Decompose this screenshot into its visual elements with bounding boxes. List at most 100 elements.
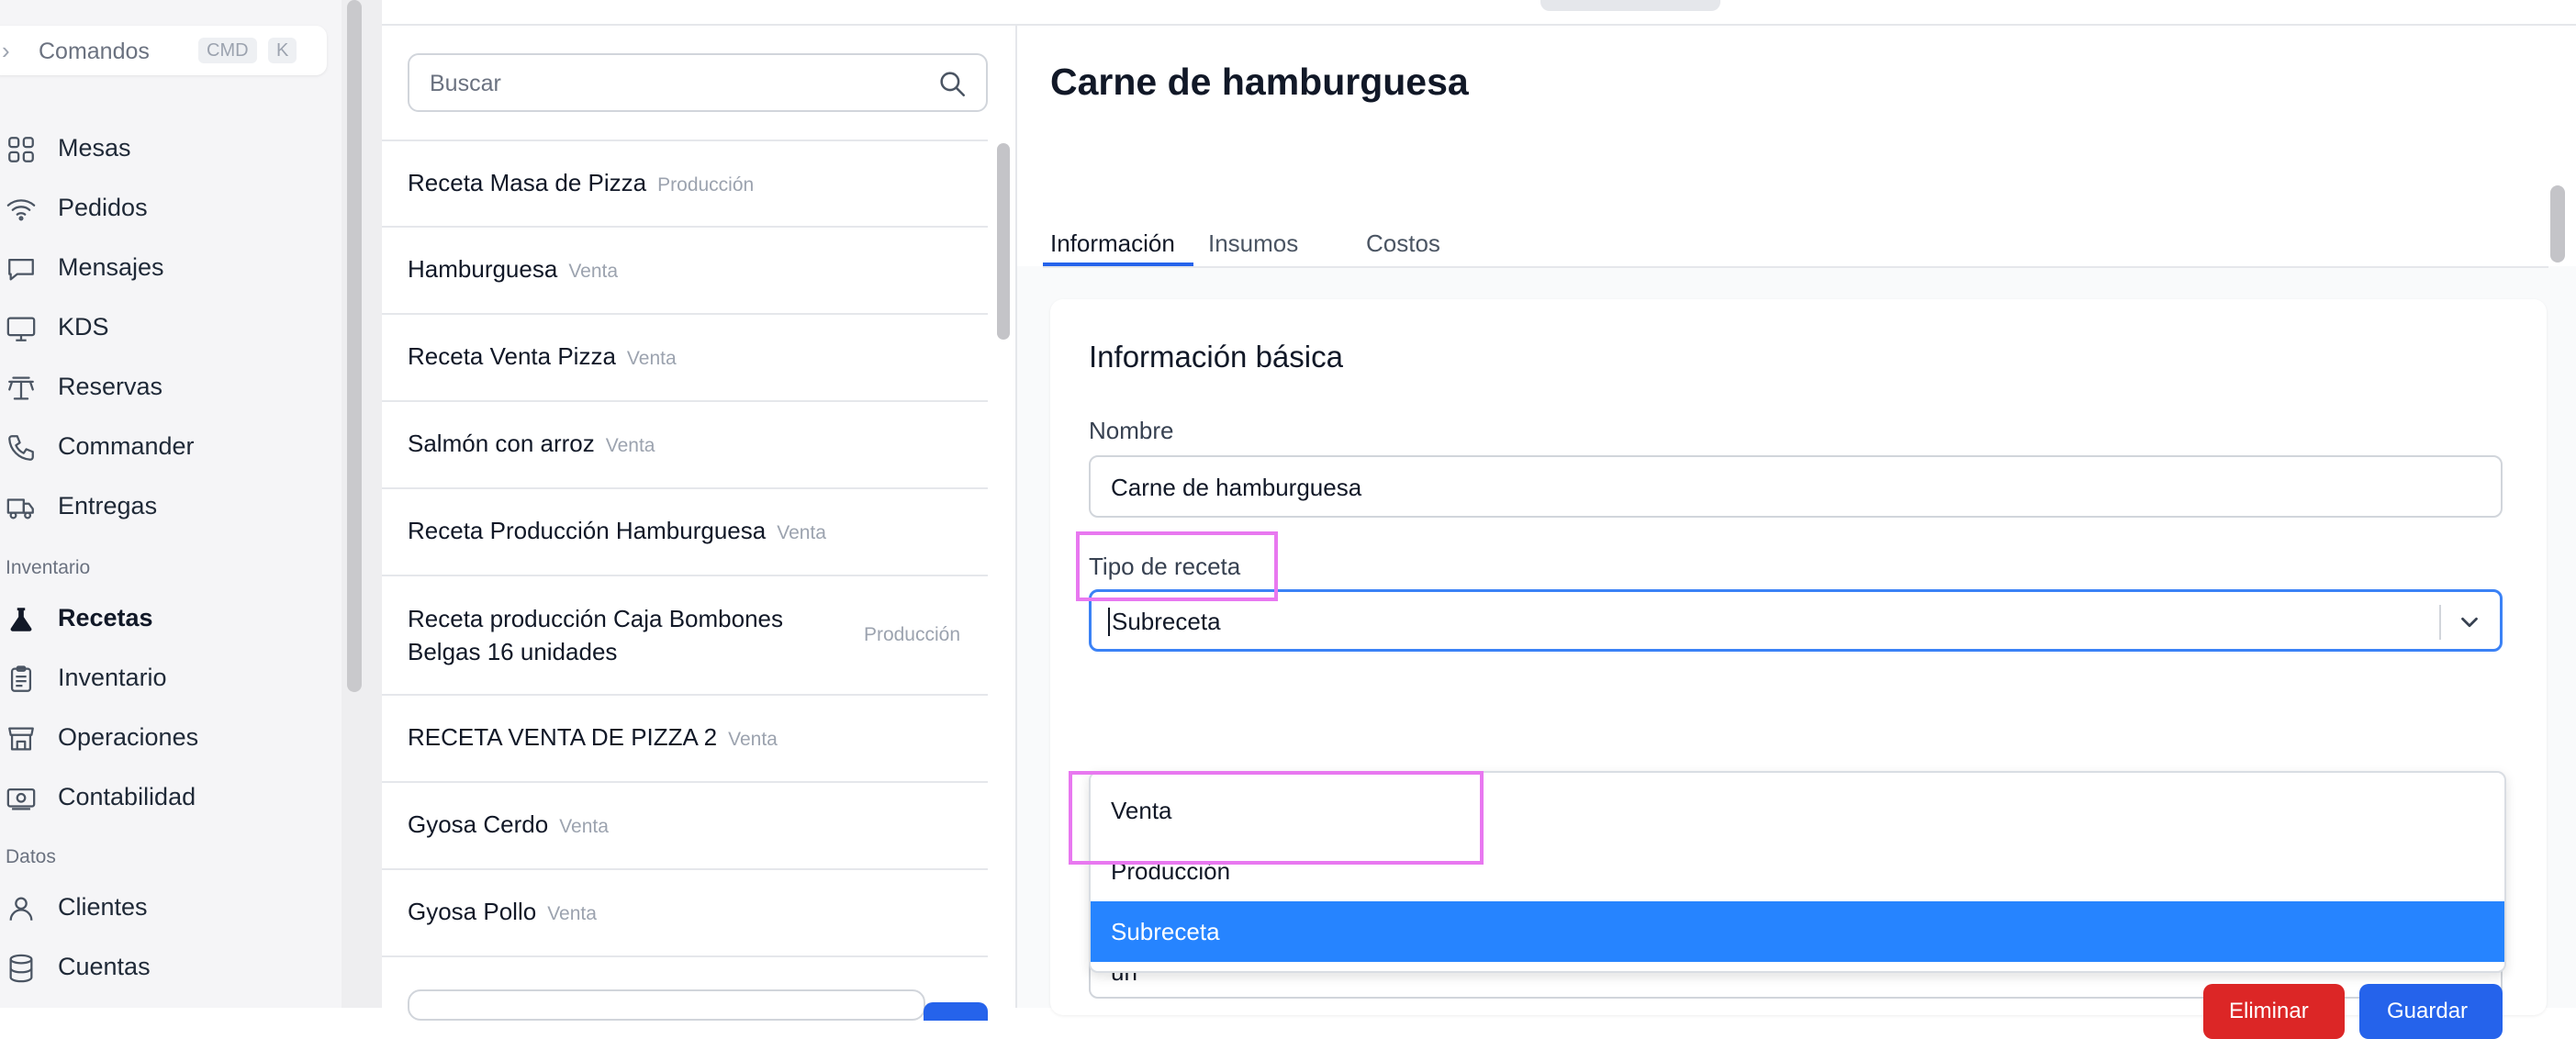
sidebar-item-label: Entregas	[58, 492, 158, 520]
command-bar[interactable]: › Comandos CMD K	[0, 26, 327, 75]
sidebar-item-reservas[interactable]: Reservas	[0, 363, 342, 409]
section-inventario: Inventario	[6, 557, 91, 578]
recipe-row[interactable]: Receta producción Caja Bombones Belgas 1…	[382, 576, 988, 696]
select-separator	[2439, 605, 2441, 640]
sidebar: › Comandos CMD K Mesas Pedidos Mensajes …	[0, 0, 342, 1008]
list-footer-button[interactable]	[924, 1002, 988, 1021]
store-icon	[6, 723, 37, 754]
delete-button[interactable]: Eliminar	[2203, 984, 2345, 1039]
sidebar-item-label: Pedidos	[58, 194, 148, 221]
sidebar-item-recetas[interactable]: Recetas	[0, 595, 342, 641]
option-subreceta[interactable]: Subreceta	[1091, 901, 2504, 962]
sidebar-item-label: Operaciones	[58, 723, 199, 751]
sidebar-item-kds[interactable]: KDS	[0, 304, 342, 350]
table-icon	[6, 373, 37, 404]
list-footer-input[interactable]	[408, 989, 925, 1021]
tab-insumos[interactable]: Insumos	[1208, 229, 1298, 290]
recipe-row[interactable]: Receta Venta Pizza Venta	[382, 315, 988, 402]
sidebar-item-label: Reservas	[58, 373, 163, 400]
phone-icon	[6, 432, 37, 464]
basic-info-card: Información básica Nombre Carne de hambu…	[1050, 299, 2547, 1015]
recipe-name: Salmón con arroz	[408, 430, 595, 457]
sidebar-item-label: Recetas	[58, 604, 153, 631]
recipe-type: Venta	[547, 903, 597, 924]
truck-icon	[6, 492, 37, 523]
monitor-icon	[6, 313, 37, 344]
sidebar-item-label: Commander	[58, 432, 195, 460]
shortcut-cmd-key: CMD	[198, 38, 257, 63]
recipe-row[interactable]: Salmón con arroz Venta	[382, 402, 988, 489]
name-field[interactable]: Carne de hamburguesa	[1089, 455, 2503, 518]
sidebar-item-entregas[interactable]: Entregas	[0, 483, 342, 529]
sidebar-item-contabilidad[interactable]: Contabilidad	[0, 774, 342, 820]
section-title: Información básica	[1089, 340, 1343, 374]
sidebar-item-label: KDS	[58, 313, 109, 341]
detail-header: Carne de hamburguesa Información Insumos…	[1017, 26, 2576, 268]
shortcut-k-key: K	[268, 38, 297, 63]
search-input[interactable]	[428, 66, 927, 101]
recipe-name: Receta Masa de Pizza	[408, 169, 647, 196]
sidebar-item-commander[interactable]: Commander	[0, 423, 342, 469]
sidebar-item-clientes[interactable]: Clientes	[0, 884, 342, 930]
recipe-type: Venta	[626, 348, 677, 369]
sidebar-item-label: Inventario	[58, 664, 167, 691]
page-title: Carne de hamburguesa	[1050, 61, 1469, 103]
highlight-box-subreceta-option	[1069, 771, 1484, 865]
grid-icon	[6, 134, 37, 165]
cash-icon	[6, 783, 37, 814]
sidebar-scrollbar[interactable]	[347, 0, 362, 692]
sidebar-item-mensajes[interactable]: Mensajes	[0, 244, 342, 290]
recipe-name: Gyosa Pollo	[408, 898, 537, 925]
recipe-row[interactable]: Receta Masa de Pizza Producción	[382, 141, 988, 228]
name-value: Carne de hamburguesa	[1111, 474, 1362, 501]
sidebar-item-operaciones[interactable]: Operaciones	[0, 714, 342, 760]
recipe-row[interactable]: Gyosa Pollo Venta	[382, 870, 988, 957]
sidebar-item-mesas[interactable]: Mesas	[0, 125, 342, 171]
tab-bar: Información Insumos Costos	[1043, 229, 2548, 268]
sidebar-item-label: Cuentas	[58, 953, 151, 980]
sidebar-item-pedidos[interactable]: Pedidos	[0, 184, 342, 230]
flask-icon	[6, 604, 37, 635]
recipe-type-select[interactable]: Subreceta	[1089, 589, 2503, 652]
chevron-down-icon[interactable]	[2456, 609, 2483, 636]
recipe-name: Hamburguesa	[408, 255, 558, 283]
recipe-name: Receta Venta Pizza	[408, 342, 616, 370]
tab-costos[interactable]: Costos	[1366, 229, 1440, 290]
recipe-row[interactable]: Gyosa Cerdo Venta	[382, 783, 988, 870]
database-icon	[6, 953, 37, 984]
search-icon[interactable]	[936, 68, 968, 99]
top-bar-handle[interactable]	[1540, 0, 1720, 11]
recipe-type: Venta	[568, 261, 619, 282]
section-datos: Datos	[6, 846, 56, 867]
recipe-row[interactable]: Receta Producción Hamburguesa Venta	[382, 489, 988, 576]
recipe-name-line1: Receta producción Caja Bombones	[408, 605, 784, 632]
recipe-name: RECETA VENTA DE PIZZA 2	[408, 723, 718, 751]
highlight-box-type-label	[1076, 531, 1278, 601]
recipe-list: Receta Masa de Pizza Producción Hamburgue…	[382, 140, 988, 957]
sidebar-item-inventario[interactable]: Inventario	[0, 654, 342, 700]
recipe-type: Producción	[863, 624, 960, 645]
tab-informacion[interactable]: Información	[1050, 229, 1175, 290]
sidebar-item-cuentas[interactable]: Cuentas	[0, 944, 342, 989]
recipe-name-line2: Belgas 16 unidades	[408, 638, 618, 665]
recipe-type-value: Subreceta	[1108, 608, 1221, 636]
recipe-type: Venta	[728, 729, 778, 750]
recipe-list-pane: Receta Masa de Pizza Producción Hamburgue…	[382, 26, 1017, 1021]
recipe-type: Producción	[657, 174, 755, 196]
recipe-row[interactable]: Hamburguesa Venta	[382, 228, 988, 315]
search-box[interactable]	[408, 53, 988, 112]
sidebar-item-label: Mesas	[58, 134, 131, 162]
sidebar-item-label: Clientes	[58, 893, 148, 921]
recipe-row[interactable]: RECETA VENTA DE PIZZA 2 Venta	[382, 696, 988, 783]
detail-scrollbar[interactable]	[2550, 185, 2565, 263]
recipe-type: Venta	[605, 435, 655, 456]
recipe-type: Venta	[559, 816, 609, 837]
save-button[interactable]: Guardar	[2359, 984, 2503, 1039]
chevron-right-icon: ›	[2, 37, 10, 64]
recipe-type: Venta	[777, 522, 826, 543]
recipe-list-scrollbar[interactable]	[997, 143, 1010, 340]
name-label: Nombre	[1089, 417, 1174, 444]
sidebar-item-label: Contabilidad	[58, 783, 196, 810]
chat-icon	[6, 253, 37, 285]
option-label: Subreceta	[1111, 918, 1220, 945]
